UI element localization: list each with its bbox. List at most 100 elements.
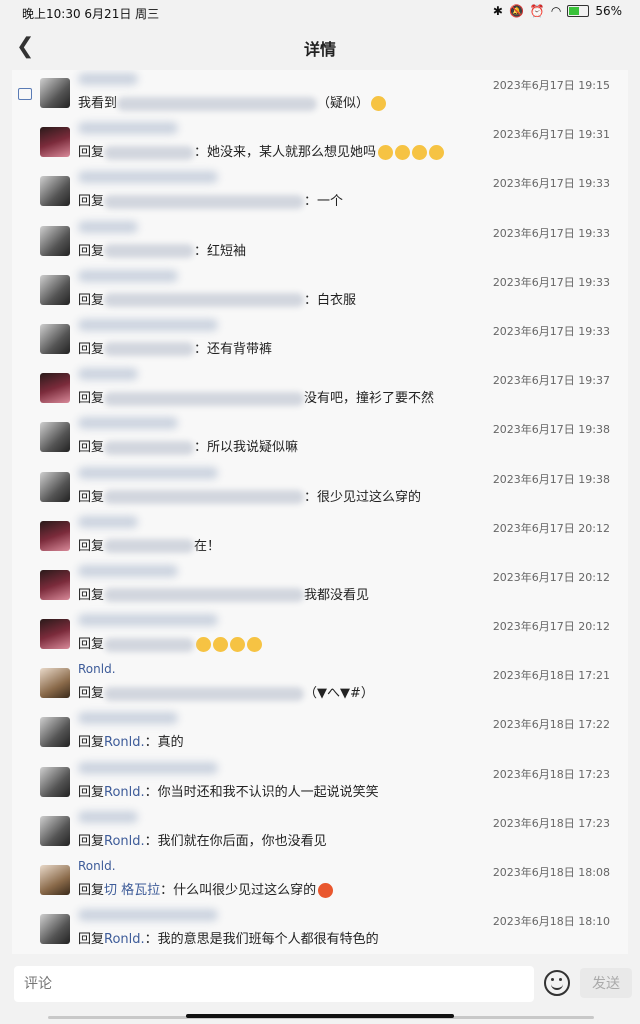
list-item[interactable]: 2023年6月17日 19:37 回复 没有吧，撞衫了要不然 — [12, 365, 628, 414]
avatar[interactable] — [40, 471, 70, 502]
author-name-blurred — [78, 761, 218, 774]
list-item[interactable]: 2023年6月17日 20:12 回复 在！ — [12, 513, 628, 562]
author-name[interactable]: Ronld. — [78, 859, 116, 873]
list-item[interactable]: 2023年6月17日 19:33 回复 ：红短袖 — [12, 218, 628, 267]
avatar[interactable] — [40, 865, 70, 895]
send-button[interactable]: 发送 — [580, 968, 632, 998]
author-name-blurred — [78, 171, 218, 184]
author-name-blurred — [78, 712, 178, 725]
status-time: 晚上10:30 6月21日 周三 — [22, 7, 160, 21]
list-item[interactable]: 2023年6月17日 20:12 回复 我都没看见 — [12, 562, 628, 611]
list-item[interactable]: 2023年6月17日 19:15 我看到 （疑似） — [12, 70, 628, 119]
list-item[interactable]: 2023年6月17日 19:33 回复 ：白衣服 — [12, 267, 628, 316]
header: ❮ 详情 — [0, 26, 640, 68]
reply-target[interactable]: 切 格瓦拉 — [104, 883, 160, 898]
page-title: 详情 — [303, 40, 336, 59]
comment-text: 回复 （▼へ▼#） — [78, 686, 374, 702]
blurred-mention — [104, 293, 305, 308]
avatar[interactable] — [40, 668, 70, 699]
comment-text: 回复Ronld.：你当时还和我不认识的人一起说说笑笑 — [78, 784, 379, 800]
emoji — [371, 96, 387, 111]
avatar[interactable] — [40, 766, 70, 797]
list-item[interactable]: 2023年6月17日 19:31 回复 ：她没来，某人就那么想见她吗 — [12, 119, 628, 168]
comment-text: 回复 ：一个 — [78, 194, 344, 210]
comment-time: 2023年6月18日 17:23 — [492, 767, 610, 781]
status-icons: ✱ 🔕 ⏰ ◠ 56% — [493, 4, 622, 18]
comment-list[interactable]: 2023年6月17日 19:15 我看到 （疑似） 2023年6月17日 19:31 回… — [12, 70, 628, 954]
avatar[interactable] — [40, 422, 70, 453]
author-name[interactable]: Ronld. — [78, 662, 116, 676]
blurred-mention — [104, 244, 195, 259]
list-item[interactable]: 2023年6月18日 17:22 回复Ronld.：真的 — [12, 709, 628, 758]
comment-text: 回复Ronld.：真的 — [78, 735, 184, 751]
emoji — [412, 145, 428, 161]
list-item[interactable]: Ronld. 2023年6月18日 17:21 回复 （▼へ▼#） — [12, 660, 628, 709]
avatar[interactable] — [40, 717, 70, 748]
battery-icon — [567, 5, 590, 17]
avatar[interactable] — [40, 914, 70, 945]
list-item[interactable]: 2023年6月18日 17:23 回复Ronld.：我们就在你后面，你也没看见 — [12, 808, 628, 857]
comment-time: 2023年6月18日 18:10 — [492, 915, 610, 929]
emoji — [213, 637, 229, 653]
blurred-mention — [104, 342, 195, 357]
avatar[interactable] — [40, 323, 70, 354]
list-item[interactable]: 2023年6月17日 19:33 回复 ：还有背带裤 — [12, 316, 628, 365]
author-name-blurred — [78, 318, 218, 331]
avatar[interactable] — [40, 373, 70, 404]
reply-target[interactable]: Ronld. — [104, 785, 145, 800]
blurred-mention — [104, 588, 305, 603]
reply-target[interactable]: Ronld. — [104, 834, 145, 849]
avatar[interactable] — [40, 520, 70, 551]
blurred-mention — [104, 194, 305, 209]
author-name-blurred — [78, 220, 138, 233]
comment-time: 2023年6月18日 17:23 — [492, 816, 610, 830]
author-name-blurred — [78, 122, 178, 135]
list-item[interactable]: 2023年6月18日 18:10 回复Ronld.：我的意思是我们班每个人都很有特… — [12, 906, 628, 954]
comment-time: 2023年6月17日 19:33 — [492, 177, 610, 191]
author-name-blurred — [78, 909, 218, 922]
mute-icon: 🔕 — [508, 4, 524, 18]
list-item[interactable]: 2023年6月17日 19:38 回复 ：所以我说疑似嘛 — [12, 414, 628, 463]
comment-text: 回复 ：红短袖 — [78, 243, 247, 259]
comment-text: 回复 ：很少见过这么穿的 — [78, 489, 422, 505]
comment-text: 回复切 格瓦拉：什么叫很少见过这么穿的 — [78, 879, 334, 898]
smile-icon[interactable] — [544, 970, 570, 996]
list-item[interactable]: 2023年6月17日 19:38 回复 ：很少见过这么穿的 — [12, 464, 628, 513]
avatar[interactable] — [40, 569, 70, 600]
comment-text: 回复 ：她没来，某人就那么想见她吗 — [78, 141, 445, 161]
list-item[interactable]: 2023年6月17日 20:12 回复 — [12, 611, 628, 660]
reply-target[interactable]: Ronld. — [104, 735, 145, 750]
comment-time: 2023年6月17日 19:37 — [492, 374, 610, 388]
avatar[interactable] — [40, 274, 70, 305]
comment-time: 2023年6月17日 20:12 — [492, 620, 610, 634]
list-item[interactable]: 2023年6月18日 17:23 回复Ronld.：你当时还和我不认识的人一起说说… — [12, 759, 628, 808]
comment-text: 回复 在！ — [78, 538, 221, 554]
battery-level: 56% — [595, 4, 622, 18]
list-item[interactable]: 2023年6月17日 19:33 回复 ：一个 — [12, 168, 628, 217]
emoji — [196, 637, 212, 653]
list-item[interactable]: Ronld. 2023年6月18日 18:08 回复切 格瓦拉：什么叫很少见过这么穿… — [12, 857, 628, 906]
author-name-blurred — [78, 614, 218, 627]
blurred-mention — [104, 686, 305, 701]
wifi-icon: ◠ — [550, 4, 562, 18]
avatar[interactable] — [40, 619, 70, 650]
comment-time: 2023年6月17日 19:38 — [492, 472, 610, 486]
avatar[interactable] — [40, 78, 70, 108]
avatar[interactable] — [40, 176, 70, 207]
avatar[interactable] — [40, 225, 70, 256]
avatar[interactable] — [40, 127, 70, 158]
emoji — [378, 145, 394, 161]
author-name-blurred — [78, 515, 138, 528]
comment-text: 回复 我都没看见 — [78, 587, 370, 603]
blurred-mention — [104, 490, 305, 504]
comment-input[interactable] — [14, 966, 534, 1002]
comment-text: 回复 ：所以我说疑似嘛 — [78, 440, 299, 456]
author-name-blurred — [78, 564, 178, 577]
author-name-blurred — [78, 417, 178, 430]
comment-text: 回复 没有吧，撞衫了要不然 — [78, 391, 435, 407]
comment-time: 2023年6月17日 20:12 — [492, 570, 610, 584]
bluetooth-icon: ✱ — [492, 4, 503, 18]
avatar[interactable] — [40, 815, 70, 846]
comment-bar: 发送 — [0, 962, 640, 1008]
reply-target[interactable]: Ronld. — [104, 932, 145, 947]
